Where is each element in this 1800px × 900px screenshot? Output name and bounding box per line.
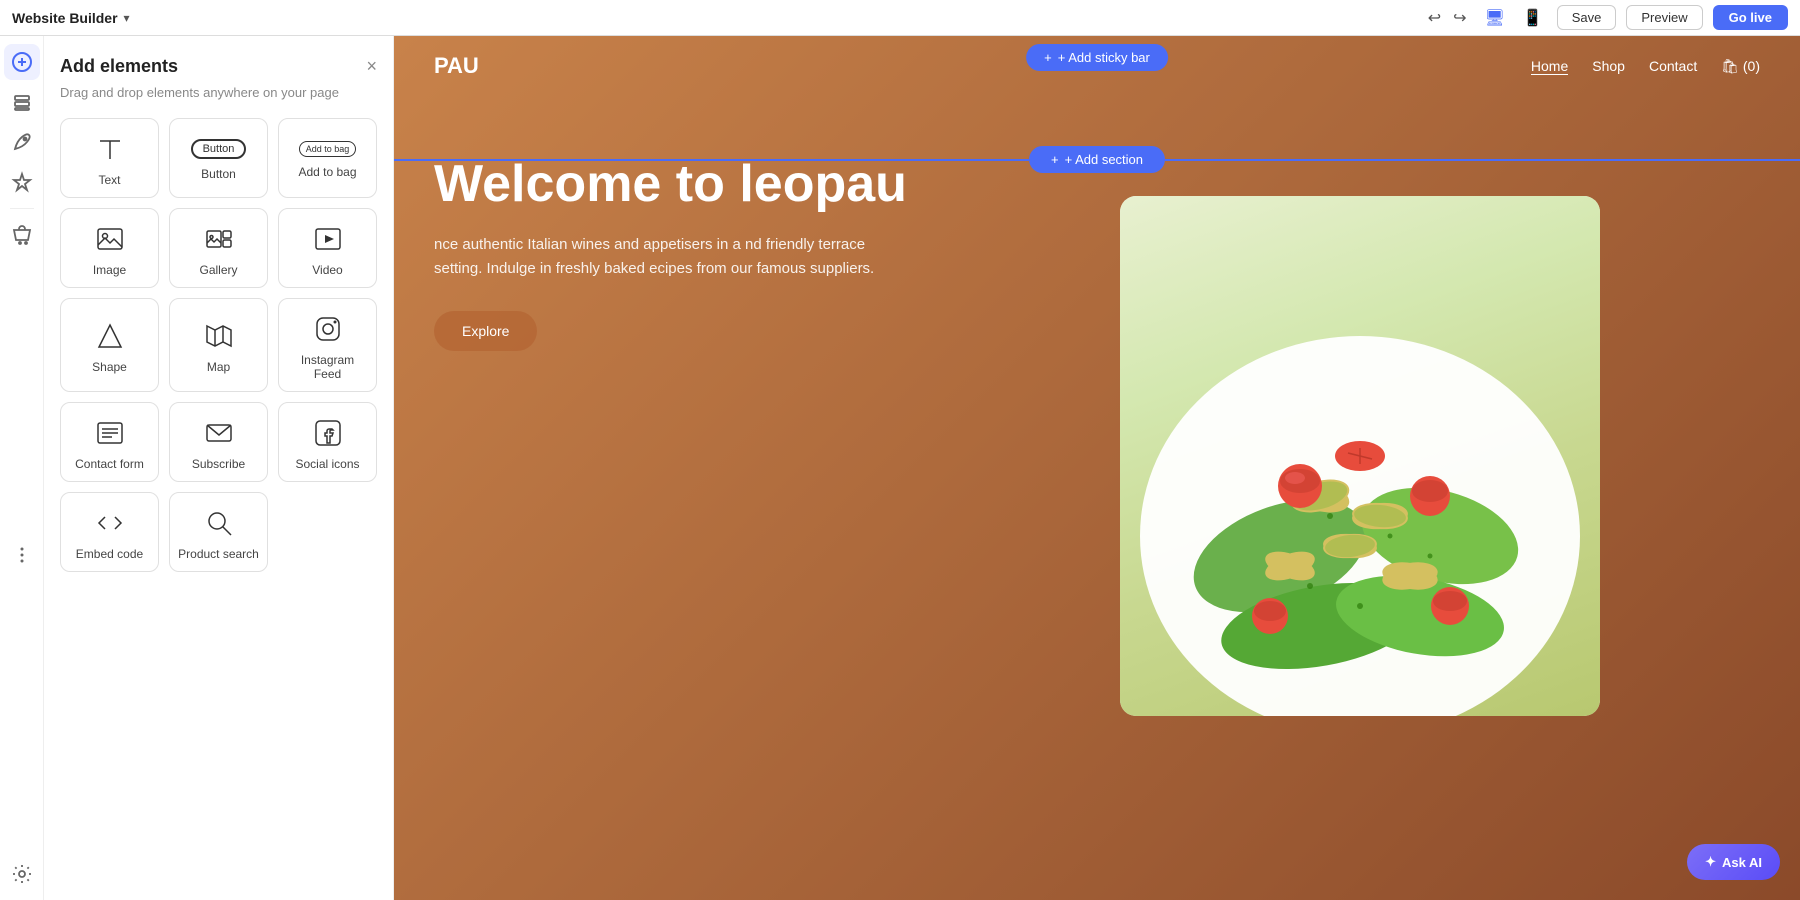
element-gallery[interactable]: Gallery (169, 208, 268, 288)
button-icon: Button (191, 139, 247, 159)
save-button[interactable]: Save (1557, 5, 1617, 30)
sidebar-item-ai[interactable] (4, 164, 40, 200)
addtobag-pill: Add to bag (299, 141, 357, 157)
image-icon (94, 223, 126, 255)
element-text[interactable]: Text (60, 118, 159, 198)
topbar-left: Website Builder ▾ (12, 10, 130, 26)
instagram-icon (312, 313, 344, 345)
mobile-view-button[interactable]: 📱 (1519, 4, 1547, 32)
element-video-label: Video (312, 263, 342, 277)
undo-redo-group: ↩ ↪ (1424, 4, 1471, 32)
text-icon (94, 133, 126, 165)
brand-chevron: ▾ (124, 11, 130, 25)
gallery-icon (203, 223, 235, 255)
main-area: Add elements × Drag and drop elements an… (0, 36, 1800, 900)
element-social-icons[interactable]: Social icons (278, 402, 377, 482)
sidebar-item-add-elements[interactable] (4, 44, 40, 80)
shape-icon (94, 320, 126, 352)
social-icons-icon (312, 417, 344, 449)
element-social-icons-label: Social icons (295, 457, 359, 471)
element-instagram-label: Instagram Feed (287, 353, 368, 381)
preview-button[interactable]: Preview (1626, 5, 1702, 30)
panel-header: Add elements × (60, 56, 377, 77)
element-instagram-feed[interactable]: Instagram Feed (278, 298, 377, 392)
nav-link-contact[interactable]: Contact (1649, 58, 1697, 74)
add-section-label: + Add section (1065, 152, 1143, 167)
food-illustration (1120, 196, 1600, 716)
golive-button[interactable]: Go live (1713, 5, 1788, 30)
site-preview: + + Add sticky bar PAU Home Shop Contact… (394, 36, 1800, 900)
element-add-to-bag-label: Add to bag (298, 165, 356, 179)
panel-close-button[interactable]: × (366, 56, 377, 77)
site-nav-links: Home Shop Contact 🛍 (0) (1531, 58, 1760, 75)
element-button-label: Button (201, 167, 236, 181)
element-product-search[interactable]: Product search (169, 492, 268, 572)
element-embed-code-label: Embed code (76, 547, 143, 561)
product-search-icon (203, 507, 235, 539)
subscribe-icon (203, 417, 235, 449)
button-pill: Button (191, 139, 247, 159)
topbar: Website Builder ▾ ↩ ↪ 🖥 📱 Save Preview G… (0, 0, 1800, 36)
map-icon (203, 320, 235, 352)
element-shape[interactable]: Shape (60, 298, 159, 392)
sidebar-item-layers[interactable] (4, 84, 40, 120)
section-line-left (394, 159, 1029, 161)
canvas-area: + + Add sticky bar PAU Home Shop Contact… (394, 36, 1800, 900)
add-sticky-bar-label: + Add sticky bar (1058, 50, 1150, 65)
panel-subtitle: Drag and drop elements anywhere on your … (60, 85, 377, 100)
hero-content: Welcome to leopau nce authentic Italian … (434, 156, 914, 351)
desktop-view-button[interactable]: 🖥 (1481, 4, 1509, 32)
add-section-plus-icon: + (1051, 152, 1059, 167)
element-gallery-label: Gallery (199, 263, 237, 277)
sidebar-item-design[interactable] (4, 124, 40, 160)
undo-button[interactable]: ↩ (1424, 4, 1445, 32)
icon-sidebar (0, 36, 44, 900)
hero-subtitle: nce authentic Italian wines and appetise… (434, 233, 914, 281)
sidebar-item-store[interactable] (4, 217, 40, 253)
element-text-label: Text (98, 173, 120, 187)
video-icon (312, 223, 344, 255)
element-contact-form-label: Contact form (75, 457, 144, 471)
plus-icon: + (1044, 50, 1052, 65)
element-video[interactable]: Video (278, 208, 377, 288)
element-shape-label: Shape (92, 360, 127, 374)
element-subscribe[interactable]: Subscribe (169, 402, 268, 482)
element-subscribe-label: Subscribe (192, 457, 245, 471)
element-button[interactable]: Button Button (169, 118, 268, 198)
elements-panel: Add elements × Drag and drop elements an… (44, 36, 394, 900)
section-line-right (1165, 159, 1800, 161)
sidebar-item-more[interactable] (4, 537, 40, 573)
sidebar-item-settings[interactable] (4, 856, 40, 892)
hero-explore-button[interactable]: Explore (434, 311, 537, 351)
elements-grid: Text Button Button Add to bag Add to bag (60, 118, 377, 572)
brand-name: Website Builder (12, 10, 118, 26)
ask-ai-button[interactable]: ✦ Ask AI (1687, 844, 1780, 880)
panel-title: Add elements (60, 56, 178, 77)
site-logo: PAU (434, 53, 479, 79)
element-image-label: Image (93, 263, 126, 277)
element-map[interactable]: Map (169, 298, 268, 392)
embed-code-icon (94, 507, 126, 539)
element-add-to-bag[interactable]: Add to bag Add to bag (278, 118, 377, 198)
cart-icon[interactable]: 🛍 (0) (1721, 58, 1760, 75)
food-image (1120, 196, 1600, 716)
element-image[interactable]: Image (60, 208, 159, 288)
add-to-bag-icon: Add to bag (299, 141, 357, 157)
element-contact-form[interactable]: Contact form (60, 402, 159, 482)
nav-link-shop[interactable]: Shop (1592, 58, 1625, 74)
element-map-label: Map (207, 360, 230, 374)
add-section-bar: + + Add section (394, 146, 1800, 173)
add-section-button[interactable]: + + Add section (1029, 146, 1165, 173)
contact-form-icon (94, 417, 126, 449)
sidebar-separator (10, 208, 34, 209)
redo-button[interactable]: ↪ (1449, 4, 1470, 32)
food-image-placeholder (1120, 196, 1600, 716)
nav-link-home[interactable]: Home (1531, 58, 1568, 75)
element-product-search-label: Product search (178, 547, 259, 561)
element-embed-code[interactable]: Embed code (60, 492, 159, 572)
ai-star-icon: ✦ (1705, 854, 1716, 870)
topbar-right: ↩ ↪ 🖥 📱 Save Preview Go live (1424, 4, 1788, 32)
ask-ai-label: Ask AI (1722, 855, 1762, 870)
add-sticky-bar-button[interactable]: + + Add sticky bar (1026, 44, 1168, 71)
